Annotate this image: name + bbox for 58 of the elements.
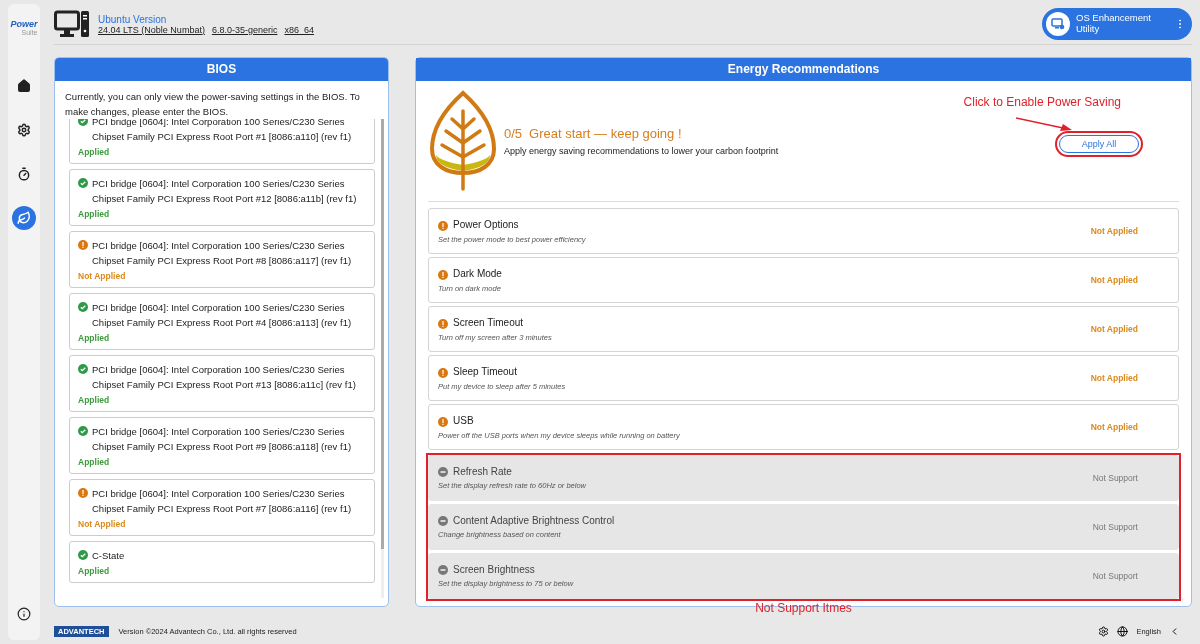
bios-item-name: PCI bridge [0604]: Intel Corporation 100 Series/C230 Series Chipset Family PCI Express Root Port #8 [8086:a117] (rev f1) — [92, 239, 353, 268]
recommendation-title: Sleep Timeout — [453, 366, 517, 377]
status-label: Applied — [78, 395, 111, 405]
status-label: Not Support — [1092, 473, 1138, 483]
status-label: Not Applied — [1090, 324, 1138, 334]
status-label: Applied — [78, 147, 111, 157]
recommendation-title: Dark Mode — [453, 268, 502, 279]
info-icon — [17, 607, 31, 621]
scrollbar[interactable] — [381, 119, 384, 598]
computer-icon — [54, 9, 90, 39]
language-icon[interactable] — [1117, 625, 1129, 637]
panel-title: BIOS — [55, 58, 388, 81]
callout-text: Click to Enable Power Saving — [963, 95, 1121, 109]
home-icon — [17, 79, 31, 93]
os-detail: 24.04 LTS (Noble Numbat) — [98, 24, 205, 35]
bios-item-name: PCI bridge [0604]: Intel Corporation 100 Series/C230 Series Chipset Family PCI Express Root Port #1 [8086:a110] (rev f1) — [92, 119, 353, 144]
recommendation-title: Content Adaptive Brightness Control — [453, 515, 615, 526]
os-detail: 6.8.0-35-generic — [211, 24, 278, 35]
status-label: Applied — [78, 333, 111, 343]
status-label: Not Applied — [1090, 422, 1138, 432]
monitor-gear-icon — [1051, 18, 1065, 30]
bios-item-name: C-State — [92, 549, 125, 563]
stopwatch-icon — [17, 167, 31, 181]
status-label: Applied — [78, 566, 111, 576]
status-label: Not Applied — [1090, 373, 1138, 383]
leaf-nav-button[interactable] — [12, 206, 36, 230]
leaf-icon — [428, 89, 498, 193]
panel-title: Energy Recommendations — [416, 58, 1191, 81]
bios-item-name: PCI bridge [0604]: Intel Corporation 100 Series/C230 Series Chipset Family PCI Express Root Port #4 [8086:a113] (rev f1) — [92, 301, 353, 330]
callout-arrow — [1015, 117, 1073, 133]
status-label: Not Applied — [1090, 226, 1138, 236]
status-label: Not Applied — [78, 519, 127, 529]
status-label: Applied — [78, 209, 111, 219]
status-label: Not Applied — [1090, 275, 1138, 285]
os-detail: x86_64 — [284, 24, 314, 35]
gear-icon — [17, 123, 31, 137]
status-label: Applied — [78, 457, 111, 467]
status-label: Not Support — [1092, 522, 1138, 532]
recommendation-title: Screen Brightness — [453, 564, 535, 575]
status-label: Not Applied — [78, 271, 127, 281]
recommendation-title: Power Options — [453, 219, 519, 230]
bios-item-name: PCI bridge [0604]: Intel Corporation 100 Series/C230 Series Chipset Family PCI Express Root Port #12 [8086:a11b] (rev f1) — [92, 177, 358, 206]
frame-note: Not Support Itmes — [754, 601, 853, 615]
leaf-icon — [17, 211, 31, 225]
headline: Great start — keep going ! — [529, 126, 682, 141]
bios-item-name: PCI bridge [0604]: Intel Corporation 100 Series/C230 Series Chipset Family PCI Express Root Port #7 [8086:a116] (rev f1) — [92, 487, 353, 516]
utility-button[interactable]: OS Enhancement Utility — [1042, 8, 1192, 40]
bios-notice: Currently, you can only view the power-saving settings in the BIOS. To make changes, please enter the BIOS. — [65, 90, 361, 119]
bios-item-name: PCI bridge [0604]: Intel Corporation 100 Series/C230 Series Chipset Family PCI Express Root Port #13 [8086:a11c] (rev f1) — [92, 363, 357, 392]
recommendation-title: Refresh Rate — [453, 466, 512, 477]
recommendation-title: USB — [453, 415, 474, 426]
progress-count: 0/5 — [504, 126, 523, 141]
recommendation-title: Screen Timeout — [453, 317, 524, 328]
subtitle: Apply energy saving recommendations to lower your carbon footprint — [504, 146, 779, 156]
os-title: Ubuntu Version — [98, 13, 168, 25]
bios-item-name: PCI bridge [0604]: Intel Corporation 100 Series/C230 Series Chipset Family PCI Express Root Port #9 [8086:a118] (rev f1) — [92, 425, 353, 454]
status-label: Not Support — [1092, 571, 1138, 581]
settings-icon[interactable] — [1098, 625, 1110, 637]
